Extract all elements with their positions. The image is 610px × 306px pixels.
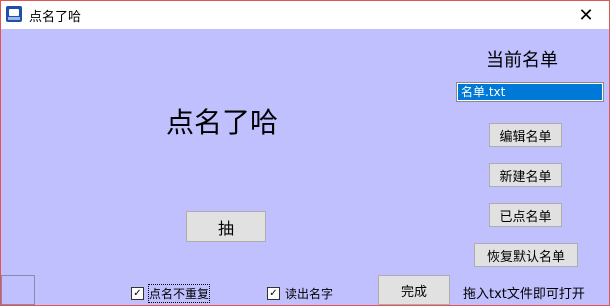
- app-window: 点名了哈 ✕ 点名了哈 当前名单 名单.txt 编辑名单 新建名单 已点名单 恢…: [0, 0, 610, 306]
- check-icon: ✓: [269, 287, 278, 299]
- read-name-label: 读出名字: [285, 287, 334, 301]
- new-roster-button[interactable]: 新建名单: [489, 163, 562, 187]
- app-icon: [6, 6, 22, 22]
- read-name-option[interactable]: ✓ 读出名字: [267, 285, 333, 302]
- draw-button[interactable]: 抽: [186, 211, 266, 242]
- corner-panel: [1, 275, 35, 305]
- edit-roster-button[interactable]: 编辑名单: [489, 123, 562, 147]
- no-repeat-option[interactable]: ✓ 点名不重复: [131, 284, 211, 303]
- check-icon: ✓: [133, 287, 142, 299]
- read-name-checkbox[interactable]: ✓: [267, 287, 280, 300]
- roster-file-item[interactable]: 名单.txt: [458, 84, 602, 100]
- done-button[interactable]: 完成: [378, 275, 450, 305]
- roster-file-list[interactable]: 名单.txt: [456, 82, 604, 102]
- drop-hint: 拖入txt文件即可打开: [463, 287, 585, 302]
- title-bar: 点名了哈 ✕: [1, 1, 609, 29]
- window-title: 点名了哈: [29, 10, 82, 25]
- close-icon: ✕: [578, 4, 594, 26]
- name-display: 点名了哈: [166, 106, 279, 139]
- close-button[interactable]: ✕: [563, 1, 609, 29]
- no-repeat-checkbox[interactable]: ✓: [131, 287, 144, 300]
- client-area: 点名了哈 当前名单 名单.txt 编辑名单 新建名单 已点名单 恢复默认名单 抽…: [1, 29, 609, 305]
- restore-default-roster-button[interactable]: 恢复默认名单: [474, 243, 578, 267]
- roster-header: 当前名单: [486, 50, 558, 71]
- no-repeat-label: 点名不重复: [147, 284, 211, 303]
- called-roster-button[interactable]: 已点名单: [489, 203, 562, 227]
